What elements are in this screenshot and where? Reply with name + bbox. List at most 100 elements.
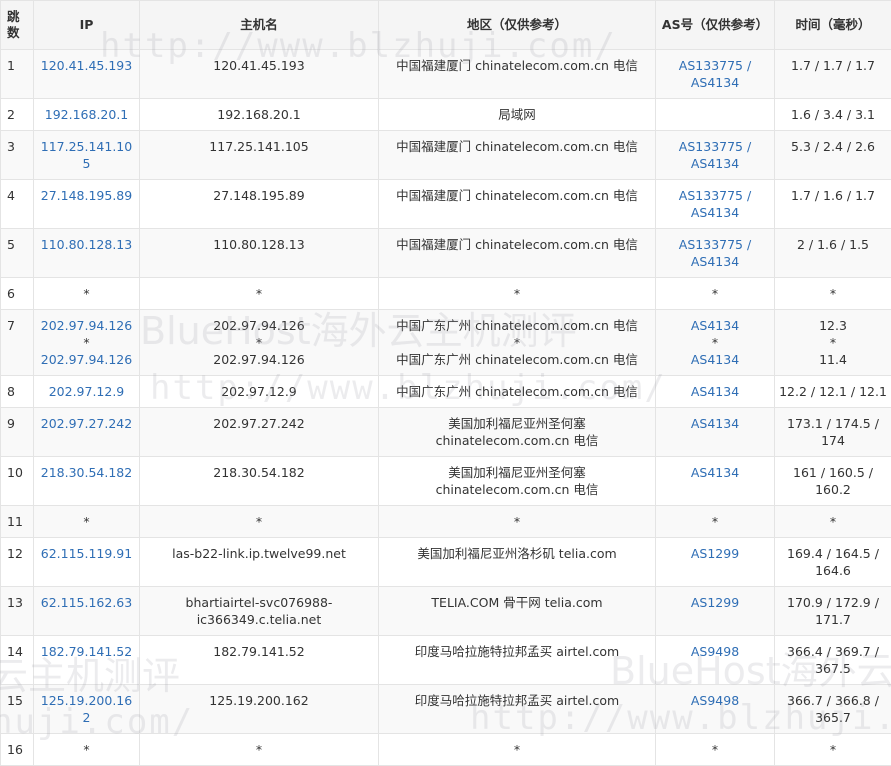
table-row: 14182.79.141.52182.79.141.52印度马哈拉施特拉邦孟买 … (1, 636, 891, 685)
time-text: 11.4 (778, 351, 888, 368)
as-cell: AS1299 (656, 538, 775, 587)
ip-link[interactable]: 182.79.141.52 (37, 643, 136, 660)
host-cell: las-b22-link.ip.twelve99.net (140, 538, 379, 587)
as-link[interactable]: AS133775 / (659, 187, 771, 204)
host-text: 182.79.141.52 (143, 643, 375, 660)
time-cell: * (775, 506, 891, 538)
region-text: 美国加利福尼亚州洛杉矶 telia.com (382, 545, 652, 562)
host-text: las-b22-link.ip.twelve99.net (143, 545, 375, 562)
region-cell: 中国福建厦门 chinatelecom.com.cn 电信 (379, 180, 656, 229)
time-text: 174 (778, 432, 888, 449)
hop-cell: 7 (1, 310, 34, 376)
time-text: 366.4 / 369.7 / (778, 643, 888, 660)
ip-link[interactable]: 120.41.45.193 (37, 57, 136, 74)
ip-link: * (37, 285, 136, 302)
as-link[interactable]: AS9498 (659, 692, 771, 709)
ip-cell: * (34, 278, 140, 310)
ip-link[interactable]: 27.148.195.89 (37, 187, 136, 204)
region-text: * (382, 513, 652, 530)
table-row: 6***** (1, 278, 891, 310)
ip-link[interactable]: 192.168.20.1 (37, 106, 136, 123)
region-cell: 中国广东广州 chinatelecom.com.cn 电信*中国广东广州 chi… (379, 310, 656, 376)
as-link[interactable]: AS4134 (659, 253, 771, 270)
ip-cell: * (34, 506, 140, 538)
as-link[interactable]: AS4134 (659, 204, 771, 221)
time-cell: 5.3 / 2.4 / 2.6 (775, 131, 891, 180)
ip-link[interactable]: 202.97.94.126 (37, 351, 136, 368)
region-text: 中国广东广州 chinatelecom.com.cn 电信 (382, 317, 652, 334)
host-text: 202.97.27.242 (143, 415, 375, 432)
region-text: * (382, 334, 652, 351)
time-text: 170.9 / 172.9 / (778, 594, 888, 611)
ip-cell: 117.25.141.105 (34, 131, 140, 180)
table-row: 11***** (1, 506, 891, 538)
as-cell: * (656, 278, 775, 310)
as-link[interactable]: AS4134 (659, 464, 771, 481)
hop-cell: 16 (1, 734, 34, 766)
host-text: 125.19.200.162 (143, 692, 375, 709)
as-link[interactable]: AS133775 / (659, 57, 771, 74)
as-link[interactable]: AS4134 (659, 155, 771, 172)
table-row: 427.148.195.8927.148.195.89中国福建厦门 chinat… (1, 180, 891, 229)
header-region: 地区（仅供参考） (379, 1, 656, 50)
as-link[interactable]: AS9498 (659, 643, 771, 660)
ip-cell: 62.115.162.63 (34, 587, 140, 636)
as-link[interactable]: AS4134 (659, 317, 771, 334)
ip-link[interactable]: 202.97.94.126 (37, 317, 136, 334)
as-link[interactable]: AS4134 (659, 415, 771, 432)
time-cell: 170.9 / 172.9 /171.7 (775, 587, 891, 636)
ip-link: * (37, 513, 136, 530)
time-cell: 1.6 / 3.4 / 3.1 (775, 99, 891, 131)
as-link[interactable]: AS4134 (659, 383, 771, 400)
region-cell: 中国福建厦门 chinatelecom.com.cn 电信 (379, 131, 656, 180)
region-cell: TELIA.COM 骨干网 telia.com (379, 587, 656, 636)
header-as: AS号（仅供参考） (656, 1, 775, 50)
hop-cell: 13 (1, 587, 34, 636)
time-cell: 1.7 / 1.6 / 1.7 (775, 180, 891, 229)
as-link[interactable]: AS1299 (659, 545, 771, 562)
host-cell: 202.97.94.126*202.97.94.126 (140, 310, 379, 376)
as-link[interactable]: AS4134 (659, 351, 771, 368)
table-row: 7202.97.94.126*202.97.94.126202.97.94.12… (1, 310, 891, 376)
time-text: 12.2 / 12.1 / 12.1 (778, 383, 888, 400)
ip-link[interactable]: 125.19.200.162 (37, 692, 136, 726)
region-cell: 美国加利福尼亚州洛杉矶 telia.com (379, 538, 656, 587)
ip-cell: 27.148.195.89 (34, 180, 140, 229)
table-body: 1120.41.45.193120.41.45.193中国福建厦门 chinat… (1, 50, 891, 766)
host-text: 110.80.128.13 (143, 236, 375, 253)
table-row: 15125.19.200.162125.19.200.162印度马哈拉施特拉邦孟… (1, 685, 891, 734)
as-link (659, 106, 771, 123)
ip-link[interactable]: 110.80.128.13 (37, 236, 136, 253)
hop-cell: 10 (1, 457, 34, 506)
ip-link[interactable]: 202.97.27.242 (37, 415, 136, 432)
ip-link[interactable]: 218.30.54.182 (37, 464, 136, 481)
time-text: 366.7 / 366.8 / (778, 692, 888, 709)
region-text: 中国广东广州 chinatelecom.com.cn 电信 (382, 383, 652, 400)
ip-link[interactable]: 62.115.162.63 (37, 594, 136, 611)
time-text: 161 / 160.5 / (778, 464, 888, 481)
ip-link: * (37, 741, 136, 758)
as-link[interactable]: AS133775 / (659, 236, 771, 253)
time-text: 1.6 / 3.4 / 3.1 (778, 106, 888, 123)
header-host: 主机名 (140, 1, 379, 50)
as-link[interactable]: AS133775 / (659, 138, 771, 155)
host-text: 192.168.20.1 (143, 106, 375, 123)
region-cell: 中国福建厦门 chinatelecom.com.cn 电信 (379, 229, 656, 278)
as-cell: AS4134 (656, 457, 775, 506)
ip-link[interactable]: 202.97.12.9 (37, 383, 136, 400)
time-text: 1.7 / 1.6 / 1.7 (778, 187, 888, 204)
host-cell: 218.30.54.182 (140, 457, 379, 506)
table-row: 9202.97.27.242202.97.27.242美国加利福尼亚州圣何塞ch… (1, 408, 891, 457)
time-text: 5.3 / 2.4 / 2.6 (778, 138, 888, 155)
host-cell: 202.97.12.9 (140, 376, 379, 408)
as-cell: AS1299 (656, 587, 775, 636)
region-text: 中国广东广州 chinatelecom.com.cn 电信 (382, 351, 652, 368)
ip-link[interactable]: 117.25.141.105 (37, 138, 136, 172)
host-text: 120.41.45.193 (143, 57, 375, 74)
ip-link[interactable]: 62.115.119.91 (37, 545, 136, 562)
as-link[interactable]: AS1299 (659, 594, 771, 611)
as-link[interactable]: AS4134 (659, 74, 771, 91)
hop-cell: 8 (1, 376, 34, 408)
as-cell: AS133775 /AS4134 (656, 131, 775, 180)
region-cell: 中国广东广州 chinatelecom.com.cn 电信 (379, 376, 656, 408)
